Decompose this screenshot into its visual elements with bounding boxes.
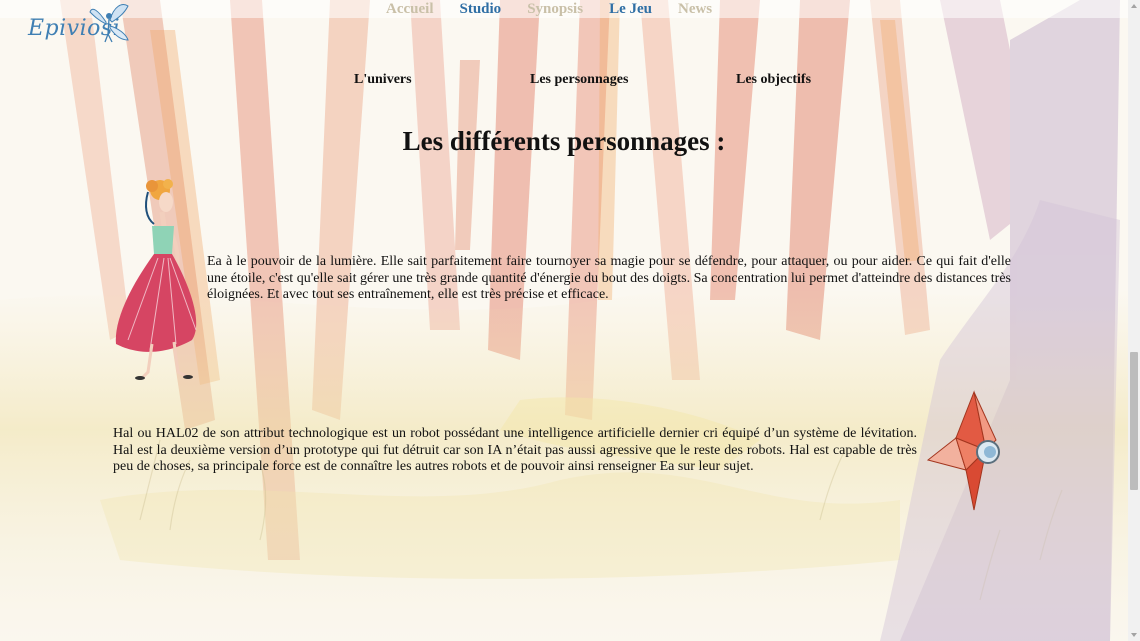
scroll-thumb[interactable] — [1130, 352, 1138, 490]
subnav-personnages[interactable]: Les personnages — [530, 72, 628, 88]
page-scrollbar[interactable] — [1128, 0, 1140, 641]
subnav-univers[interactable]: L'univers — [354, 72, 412, 88]
nav-le-jeu[interactable]: Le Jeu — [609, 0, 652, 18]
nav-accueil[interactable]: Accueil — [386, 0, 433, 18]
main-nav: Accueil Studio Synopsis Le Jeu News — [386, 0, 738, 18]
scroll-down-arrow-icon[interactable] — [1130, 631, 1138, 639]
fairy-logo-icon — [89, 4, 129, 43]
sub-nav: L'univers Les personnages Les objectifs — [0, 72, 1128, 90]
ea-description: Ea à le pouvoir de la lumière. Elle sait… — [207, 254, 1011, 302]
ea-character-illustration — [115, 179, 197, 380]
nav-studio[interactable]: Studio — [459, 0, 501, 18]
nav-synopsis[interactable]: Synopsis — [527, 0, 583, 18]
nav-news[interactable]: News — [678, 0, 712, 18]
site-logo[interactable]: Epiviosi — [26, 2, 136, 52]
page-title: Les différents personnages : — [402, 126, 726, 156]
scroll-up-arrow-icon[interactable] — [1130, 2, 1138, 10]
subnav-objectifs[interactable]: Les objectifs — [736, 72, 811, 88]
hal-description: Hal ou HAL02 de son attribut technologiq… — [113, 426, 917, 474]
hal-robot-illustration — [926, 390, 1000, 511]
